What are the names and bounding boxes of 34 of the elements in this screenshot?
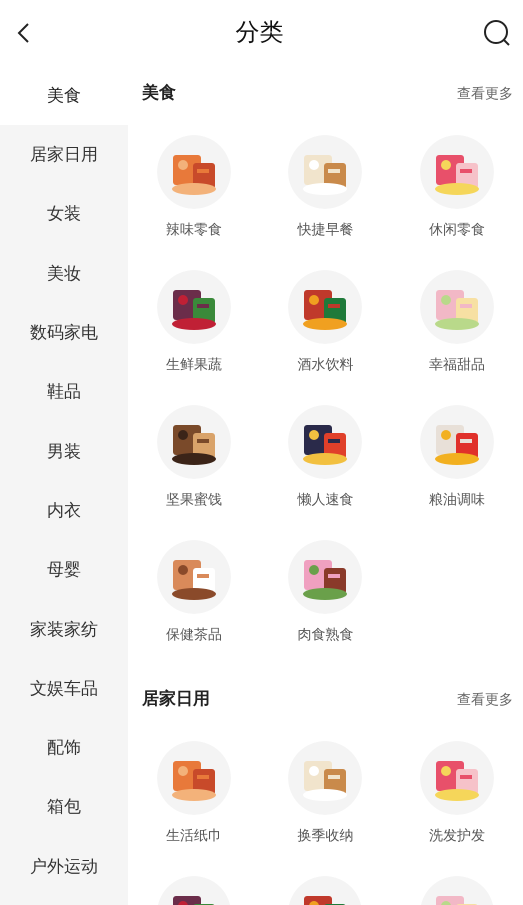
sidebar-item[interactable]: 户外运动 [0, 836, 128, 896]
category-item[interactable]: 肉食熟食 [297, 624, 354, 644]
category-item[interactable]: 辣味零食 [166, 219, 222, 239]
sidebar-item[interactable]: 内衣 [0, 481, 128, 540]
category-item[interactable]: 懒人速食 [297, 489, 354, 509]
sidebar-item[interactable]: 男装 [0, 422, 128, 482]
category-item[interactable]: 酒水饮料 [297, 354, 354, 374]
sidebar-item[interactable]: 家装家纺 [0, 600, 128, 659]
sidebar-item[interactable]: 居家日用 [0, 125, 128, 185]
category-item[interactable]: 换季收纳 [297, 825, 354, 845]
search-icon[interactable] [483, 19, 511, 47]
category-item[interactable]: 坚果蜜饯 [166, 489, 222, 509]
category-item[interactable]: 生活纸巾 [166, 825, 222, 845]
sidebar-item[interactable]: 美食 [0, 66, 128, 126]
category-item[interactable]: 幸福甜品 [429, 354, 486, 374]
section-title: 居家日用 [142, 688, 210, 710]
sidebar-item[interactable]: 配饰 [0, 718, 128, 778]
sidebar-item[interactable]: 母婴 [0, 540, 128, 600]
section-title: 美食 [142, 82, 176, 104]
category-item[interactable]: 生鲜果蔬 [166, 354, 222, 374]
sidebar-item[interactable]: 美妆 [0, 244, 128, 304]
page-title: 分类 [236, 18, 284, 48]
sidebar-item[interactable]: 女装 [0, 184, 128, 244]
sidebar-item[interactable]: 数码家电 [0, 303, 128, 362]
category-item[interactable]: 洗发护发 [429, 825, 486, 845]
sidebar-item[interactable]: 鞋品 [0, 362, 128, 422]
sidebar-item[interactable]: 文娱车品 [0, 658, 128, 718]
sidebar-item[interactable]: 箱包 [0, 778, 128, 837]
category-item[interactable]: 快捷早餐 [297, 219, 354, 239]
more-link[interactable]: 查看更多 [457, 82, 513, 104]
category-item[interactable]: 粮油调味 [429, 489, 486, 509]
category-item[interactable]: 保健茶品 [166, 624, 222, 644]
category-item[interactable]: 休闲零食 [429, 219, 486, 239]
more-link[interactable]: 查看更多 [457, 688, 513, 710]
